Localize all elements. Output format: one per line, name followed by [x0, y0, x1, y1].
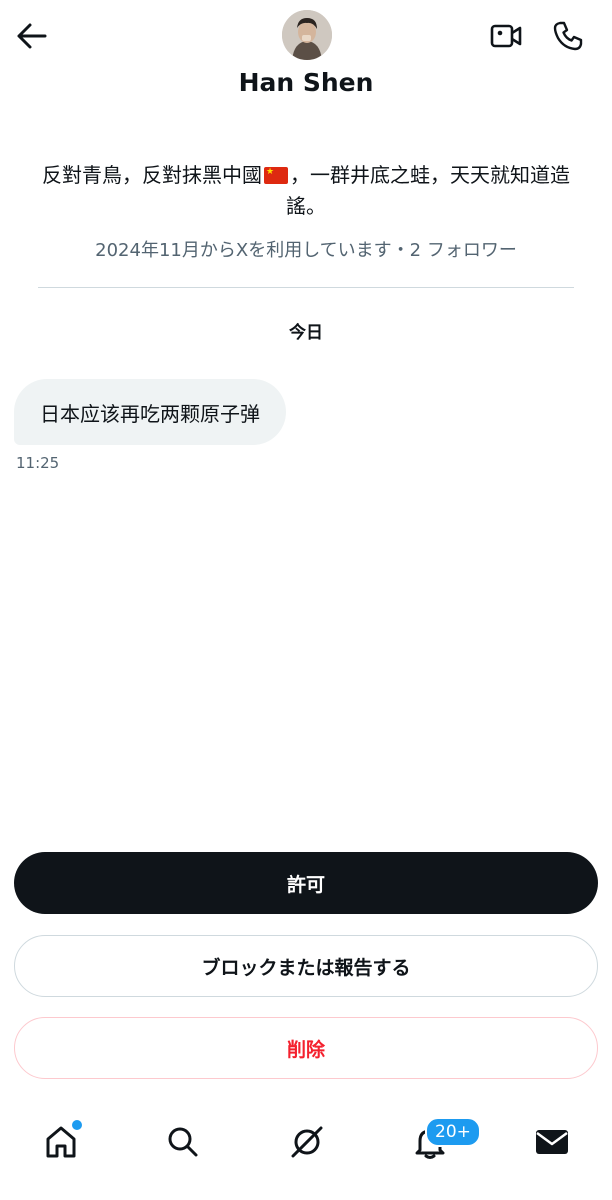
avatar-image	[282, 10, 332, 60]
block-or-report-button[interactable]: ブロックまたは報告する	[14, 935, 598, 997]
back-button[interactable]	[14, 18, 50, 54]
video-camera-icon	[490, 24, 522, 48]
grok-icon	[291, 1126, 323, 1158]
bio-text-part1: 反對青鳥，反對抹黑中國	[42, 163, 262, 187]
home-unread-dot	[70, 1118, 84, 1132]
avatar[interactable]	[282, 10, 332, 60]
nav-search[interactable]	[159, 1118, 207, 1166]
phone-icon	[553, 21, 583, 51]
profile-meta: 2024年11月からXを利用しています・2 フォロワー	[95, 240, 517, 261]
search-icon	[168, 1127, 198, 1157]
message-timestamp: 11:25	[16, 454, 60, 472]
date-separator: 今日	[289, 323, 323, 343]
display-name[interactable]: Han Shen	[0, 68, 612, 97]
nav-messages[interactable]	[528, 1118, 576, 1166]
bio-text-part2: ，一群井底之蛙，天天就知道造謠。	[286, 163, 570, 218]
delete-button[interactable]: 削除	[14, 1017, 598, 1079]
delete-button-label: 削除	[286, 1038, 325, 1061]
china-flag-icon	[264, 167, 288, 184]
voice-call-button[interactable]	[548, 16, 588, 56]
block-or-report-label: ブロックまたは報告する	[201, 956, 411, 979]
video-call-button[interactable]	[486, 16, 526, 56]
notifications-badge: 20+	[425, 1117, 481, 1147]
allow-button-label: 許可	[286, 873, 325, 896]
divider	[38, 287, 574, 288]
profile-bio: 反對青鳥，反對抹黑中國 ，一群井底之蛙，天天就知道造謠。	[40, 160, 572, 222]
allow-button[interactable]: 許可	[14, 852, 598, 914]
message-bubble[interactable]: 日本应该再吃两颗原子弹	[14, 379, 286, 445]
arrow-left-icon	[17, 23, 47, 49]
nav-grok[interactable]	[283, 1118, 331, 1166]
mail-icon	[536, 1130, 568, 1154]
message-text: 日本应该再吃两颗原子弹	[40, 401, 260, 426]
